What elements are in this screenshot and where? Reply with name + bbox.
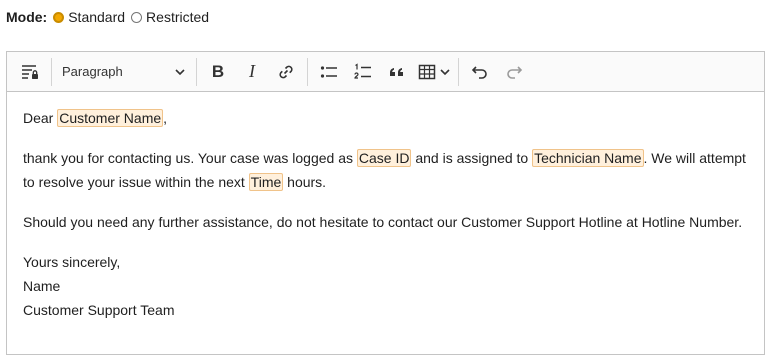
link-icon <box>279 65 293 78</box>
radio-unchecked-icon[interactable] <box>131 11 143 23</box>
block-quote-icon <box>390 67 403 76</box>
restricted-editing-icon <box>22 64 38 79</box>
greeting-paragraph: Dear Customer Name, <box>23 106 748 130</box>
block-quote-button[interactable] <box>383 58 411 86</box>
mode-standard-label: Standard <box>68 9 126 25</box>
case-text-b: and is assigned to <box>411 150 533 166</box>
bold-icon: B <box>211 61 225 81</box>
rich-text-editor: Paragraph B I Dear Customer Name , thank… <box>6 51 765 355</box>
italic-button[interactable]: I <box>238 58 266 86</box>
case-text-a: thank you for contacting us. Your case w… <box>23 150 357 166</box>
editor-content[interactable]: Dear Customer Name, thank you for contac… <box>7 92 764 336</box>
italic-icon: I <box>249 61 255 81</box>
signature-name: Name <box>23 278 61 294</box>
insert-table-button[interactable] <box>417 58 451 86</box>
bulleted-list-icon <box>320 65 337 78</box>
placeholder-technician-name[interactable]: Technician Name <box>532 149 644 167</box>
undo-icon <box>471 65 487 79</box>
case-text-d: hours. <box>283 174 327 190</box>
bulleted-list-button[interactable] <box>315 58 343 86</box>
paragraph-dropdown[interactable]: Paragraph <box>56 58 192 86</box>
case-paragraph: thank you for contacting us. Your case w… <box>23 146 748 194</box>
chevron-down-icon <box>175 68 185 75</box>
mode-restricted-radio[interactable]: Restricted <box>131 9 209 25</box>
redo-icon <box>507 65 523 79</box>
paragraph-dropdown-label: Paragraph <box>62 64 123 79</box>
link-button[interactable] <box>272 58 300 86</box>
toolbar-separator <box>196 57 197 86</box>
insert-table-icon <box>418 64 436 79</box>
closing-line: Yours sincerely, <box>23 254 121 270</box>
mode-label: Mode: <box>6 9 48 25</box>
numbered-list-button[interactable] <box>349 58 377 86</box>
radio-checked-icon[interactable] <box>53 11 65 23</box>
placeholder-case-id[interactable]: Case ID <box>356 149 412 167</box>
signature-block: Yours sincerely, Name Customer Support T… <box>23 250 748 322</box>
chevron-down-icon <box>440 68 450 75</box>
restricted-editing-button[interactable] <box>16 58 44 86</box>
redo-button[interactable] <box>500 58 528 86</box>
placeholder-time[interactable]: Time <box>248 173 284 191</box>
editor-toolbar: Paragraph B I <box>7 52 764 92</box>
mode-standard-radio[interactable]: Standard <box>53 9 125 25</box>
toolbar-separator <box>458 57 459 86</box>
bold-button[interactable]: B <box>204 58 232 86</box>
signature-team: Customer Support Team <box>23 302 175 318</box>
undo-button[interactable] <box>466 58 494 86</box>
toolbar-separator <box>307 57 308 86</box>
placeholder-customer-name[interactable]: Customer Name <box>57 109 164 127</box>
greeting-suffix: , <box>163 110 168 126</box>
numbered-list-icon <box>354 62 371 79</box>
greeting-prefix: Dear <box>23 110 58 126</box>
toolbar-separator <box>51 57 52 86</box>
assistance-paragraph: Should you need any further assistance, … <box>23 214 743 230</box>
mode-restricted-label: Restricted <box>146 9 210 25</box>
mode-selector: Mode: Standard Restricted <box>6 6 215 28</box>
